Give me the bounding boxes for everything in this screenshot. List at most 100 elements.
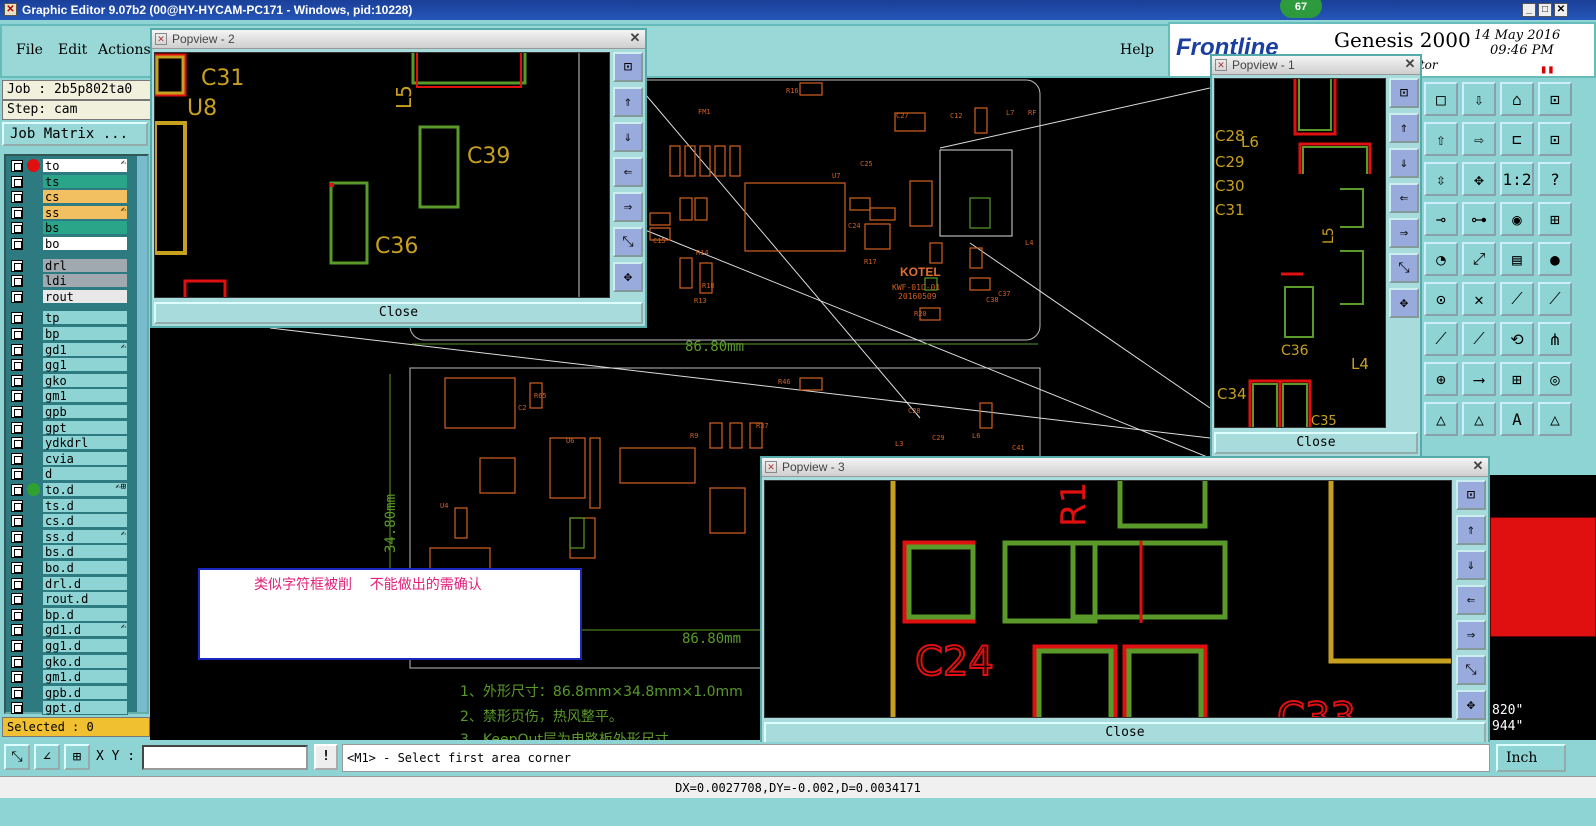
layer-name[interactable]: gpb.d [42,684,128,700]
triangle-icon[interactable]: △ [1538,402,1572,436]
popview-pan-up-icon[interactable]: ⇑ [613,87,643,117]
popview-pan-down-icon[interactable]: ⇓ [1456,550,1486,580]
layer-name[interactable]: bs [42,220,128,236]
layer-checkbox[interactable] [11,206,23,219]
connect-icon[interactable]: ⊶ [1462,202,1496,236]
layer-name[interactable]: ldi [42,273,128,289]
layer-name[interactable]: gko [42,372,128,388]
layer-checkbox[interactable] [11,655,23,668]
layer-row[interactable]: gg1 [8,357,128,373]
layer-name[interactable]: rout.d [42,591,128,607]
pan-icon[interactable]: ✥ [1462,162,1496,196]
popview-pan-up-icon[interactable]: ⇑ [1456,515,1486,545]
layer-checkbox[interactable] [11,312,23,325]
layer-name[interactable]: to [42,158,128,173]
popview-zoom-out-icon[interactable]: ⤡ [613,227,643,257]
layer-row[interactable]: gko.d [8,653,128,669]
layer-name[interactable]: gm1 [42,388,128,404]
layer-name[interactable]: gg1.d [42,638,128,653]
layer-checkbox[interactable] [11,175,23,188]
layer-name[interactable]: drl.d [42,575,128,591]
menu-help[interactable]: Help [1120,42,1154,58]
layer-row[interactable]: bp [8,326,128,341]
layer-checkbox[interactable] [11,406,23,418]
layer-row[interactable]: cs.d [8,513,128,529]
pad-icon[interactable]: ● [1538,242,1572,276]
forward-icon[interactable]: ⇨ [1462,122,1496,156]
layer-checkbox[interactable] [11,343,23,356]
add-icon[interactable]: ⊕ [1424,362,1458,396]
line-icon[interactable]: ⟋ [1462,322,1496,356]
layer-name[interactable]: bo [42,236,128,251]
layer-name[interactable]: ts [42,173,128,189]
layer-name[interactable]: ts.d [42,497,128,513]
info-icon[interactable]: ! [314,744,338,770]
scale-icon[interactable]: 1:2 [1500,162,1534,196]
job-matrix-button[interactable]: Job Matrix ... [2,122,148,146]
layer-name[interactable]: bp [42,326,128,341]
popview-3-close-icon[interactable]: ✕ [1471,459,1485,474]
layer-checkbox[interactable] [11,686,23,699]
layer-row[interactable]: ldi [8,273,128,289]
layer-row[interactable]: gpb.d [8,684,128,700]
popview-pan-left-icon[interactable]: ⇐ [1389,183,1419,213]
layer-checkbox[interactable] [11,530,23,543]
fit-icon[interactable]: ⇳ [1424,162,1458,196]
layer-name[interactable]: tp [42,310,128,326]
arrow-icon[interactable]: ⟶ [1462,362,1496,396]
popview-pan-down-icon[interactable]: ⇓ [1389,148,1419,178]
layer-icon[interactable]: □ [1424,82,1458,116]
layer-name[interactable]: gpt.d [42,700,128,716]
popview-1-titlebar[interactable]: ✕ Popview - 1 ✕ [1212,56,1420,75]
layer-row[interactable]: bp.d [8,606,128,622]
layer-row[interactable]: rout [8,288,128,304]
home-icon[interactable]: ⌂ [1500,82,1534,116]
menu-file[interactable]: File [16,42,43,58]
layer-checkbox[interactable] [11,222,23,235]
layer-checkbox[interactable] [11,359,23,372]
layer-row[interactable]: bo.d [8,560,128,575]
ring-icon[interactable]: ◎ [1538,362,1572,396]
layer-checkbox[interactable] [11,702,23,715]
popview-3-view[interactable]: R1 C24 C33 [764,480,1452,718]
layer-name[interactable]: gd1.d [42,622,128,638]
layer-checkbox[interactable] [11,608,23,621]
layer-checkbox[interactable] [11,259,23,272]
layer-row[interactable]: bs [8,220,128,236]
layer-row[interactable]: gd1 ✍ [8,341,128,357]
frame-icon[interactable]: ⊡ [1538,122,1572,156]
clip-icon[interactable]: ⊸ [1424,202,1458,236]
angle-icon[interactable]: ∠ [34,744,60,770]
popview-pan-right-icon[interactable]: ⇒ [1456,620,1486,650]
split-icon[interactable]: ⋔ [1538,322,1572,356]
layer-row[interactable]: gd1.d ✍ [8,622,128,638]
popview-zoom-out-icon[interactable]: ⤡ [1389,253,1419,283]
layer-name[interactable]: bp.d [42,606,128,622]
layer-row[interactable]: bo [8,236,128,251]
layer-checkbox[interactable] [11,437,23,450]
via-icon[interactable]: ⊙ [1424,282,1458,316]
layer-checkbox[interactable] [11,468,23,481]
line-icon[interactable]: ⟋ [1500,282,1534,316]
layer-name[interactable]: gpt [42,419,128,435]
layer-row[interactable]: gm1.d [8,669,128,685]
layer-row[interactable]: ts [8,173,128,189]
matrix-icon[interactable]: ⊞ [1500,362,1534,396]
popview-zoom-out-icon[interactable]: ⤡ [1456,655,1486,685]
layer-name[interactable]: ydkdrl [42,435,128,451]
xy-input[interactable] [142,745,308,770]
popview-2-view[interactable]: C31 U8 L5 C39 C36 [154,52,610,298]
layer-checkbox[interactable] [11,421,23,434]
layer-name[interactable]: ss.d [42,528,128,544]
layer-checkbox[interactable] [11,390,23,403]
layer-checkbox[interactable] [11,191,23,204]
triangle-icon[interactable]: △ [1424,402,1458,436]
layer-row[interactable]: drl.d [8,575,128,591]
window-icon[interactable]: ⊡ [1538,82,1572,116]
text-icon[interactable]: A [1500,402,1534,436]
layer-row[interactable]: tp [8,310,128,326]
popview-2-titlebar[interactable]: ✕ Popview - 2 ✕ [152,30,645,49]
layer-checkbox[interactable] [11,515,23,528]
layer-row[interactable]: drl [8,257,128,273]
layer-row[interactable]: ss ✍ [8,204,128,220]
